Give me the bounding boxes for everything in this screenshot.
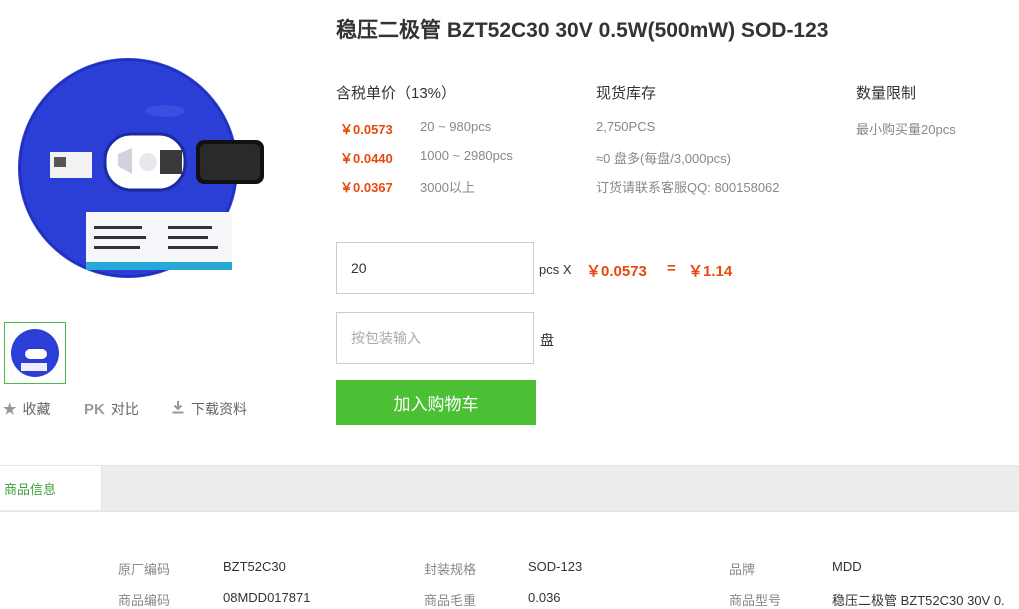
tier-range: 1000 ~ 2980pcs [420, 148, 513, 163]
add-to-cart-button[interactable]: 加入购物车 [336, 380, 536, 425]
spec-label: 封装规格 [424, 562, 477, 577]
tier-price: ￥0.0573 [340, 122, 393, 137]
stock-header: 现货库存 [596, 85, 657, 102]
star-icon: ★ [3, 401, 17, 418]
package-unit: 盘 [540, 332, 554, 348]
spec-label: 商品型号 [729, 593, 782, 608]
download-label: 下载资料 [191, 401, 247, 417]
spec-label: 商品编码 [118, 593, 171, 608]
spec-value: MDD [832, 559, 862, 574]
total-price: ￥1.14 [688, 263, 733, 280]
tab-bar [0, 465, 1019, 512]
favorite-label: 收藏 [22, 401, 51, 417]
limit-text: 最小购买量20pcs [856, 122, 956, 137]
tier-range: 20 ~ 980pcs [420, 119, 492, 134]
spec-label: 品牌 [729, 562, 756, 577]
stock-contact: 订货请联系客服QQ: 800158062 [596, 180, 780, 195]
quantity-input[interactable] [336, 242, 534, 294]
tier-price: ￥0.0440 [340, 151, 393, 166]
compare-label: 对比 [110, 401, 139, 417]
tab-product-info[interactable]: 商品信息 [0, 465, 102, 510]
unit-price: ￥0.0573 [586, 263, 647, 280]
product-main-image [0, 16, 302, 312]
equals-sign: = [667, 260, 676, 277]
download-icon [171, 400, 185, 418]
product-thumbnail[interactable] [4, 322, 66, 384]
stock-quantity: 2,750PCS [596, 119, 656, 134]
spec-label: 原厂编码 [118, 562, 171, 577]
compare-action[interactable]: PK 对比 [84, 400, 139, 418]
product-title: 稳压二极管 BZT52C30 30V 0.5W(500mW) SOD-123 [336, 19, 829, 42]
tier-range: 3000以上 [420, 180, 475, 195]
limit-header: 数量限制 [856, 85, 917, 102]
package-input[interactable] [336, 312, 534, 364]
spec-value: 稳压二极管 BZT52C30 30V 0. [832, 593, 1005, 608]
compare-icon: PK [84, 400, 105, 418]
favorite-action[interactable]: ★ 收藏 [3, 400, 50, 418]
spec-value: 0.036 [528, 590, 561, 605]
price-header: 含税单价（13%） [336, 85, 457, 102]
download-action[interactable]: 下载资料 [171, 400, 247, 418]
unit-label: pcs X [539, 262, 572, 277]
spec-label: 商品毛重 [424, 593, 477, 608]
spec-value: BZT52C30 [223, 559, 286, 574]
stock-reels: ≈0 盘多(每盘/3,000pcs) [596, 151, 732, 166]
spec-value: 08MDD017871 [223, 590, 311, 605]
tier-price: ￥0.0367 [340, 180, 393, 195]
spec-value: SOD-123 [528, 559, 583, 574]
